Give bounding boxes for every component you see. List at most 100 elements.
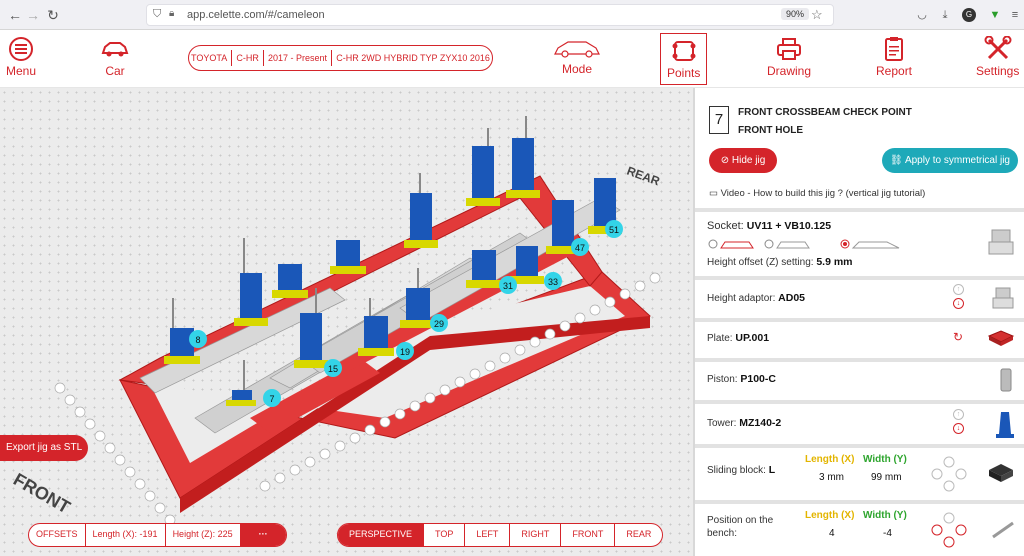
extension-icon[interactable]: ▼	[988, 8, 1002, 22]
hide-icon: ⊘	[720, 155, 730, 166]
download-icon[interactable]: ⤓	[938, 8, 952, 22]
tower-field: Tower: MZ140-2	[707, 417, 782, 429]
sliding-length-header: Length (X)	[805, 454, 855, 465]
point-marker-47[interactable]: 47	[571, 238, 589, 256]
plate-thumbnail-icon	[987, 330, 1015, 346]
offsets-more-button[interactable]: ···	[240, 524, 286, 546]
point-marker-19[interactable]: 19	[396, 342, 414, 360]
car-label: Car	[105, 64, 125, 78]
socket-orientation-options[interactable]	[707, 236, 907, 252]
position-length-header: Length (X)	[805, 510, 855, 521]
pocket-icon[interactable]: ◡	[915, 8, 929, 22]
back-icon[interactable]: ←	[6, 6, 24, 24]
zoom-level[interactable]: 90%	[781, 8, 810, 20]
point-details-panel: 7 FRONT CROSSBEAM CHECK POINT FRONT HOLE…	[693, 88, 1024, 556]
browser-toolbar: ← → ↻ ⛉ 🔒︎ app.celette.com/#/cameleon 90…	[0, 0, 1024, 30]
point-label-15: 15	[328, 364, 338, 374]
vehicle-variant: C-HR 2WD HYBRID TYP ZYX10 2016	[336, 53, 490, 63]
reload-icon[interactable]: ↻	[44, 6, 62, 24]
point-marker-8[interactable]: 8	[189, 330, 207, 348]
point-label-29: 29	[434, 319, 444, 329]
video-tutorial-link[interactable]: ▭ Video - How to build this jig ? (verti…	[709, 188, 925, 199]
address-bar[interactable]: ⛉ 🔒︎ app.celette.com/#/cameleon 90% ☆	[146, 4, 834, 26]
point-marker-15[interactable]: 15	[324, 359, 342, 377]
point-number: 7	[709, 106, 729, 134]
point-label-19: 19	[400, 347, 410, 357]
forward-icon[interactable]: →	[24, 6, 42, 24]
bookmark-star-icon[interactable]: ☆	[811, 7, 823, 23]
plate-rotate-icon[interactable]: ↻	[953, 330, 963, 344]
tower-row: Tower: MZ140-2 ↑ ↓	[695, 400, 1024, 442]
mode-car-outline-icon	[554, 41, 600, 58]
height-offset-value: 5.9 mm	[816, 256, 853, 268]
view-right[interactable]: RIGHT	[510, 524, 562, 546]
point-marker-29[interactable]: 29	[430, 314, 448, 332]
point-marker-51[interactable]: 51	[605, 220, 623, 238]
point-label-7: 7	[269, 394, 274, 404]
report-label: Report	[876, 64, 913, 78]
menu-hamburger-icon[interactable]: ≡	[1008, 8, 1022, 22]
piston-value: P100-C	[740, 373, 776, 385]
plate-row: Plate: UP.001 ↻	[695, 318, 1024, 354]
position-width-value: -4	[883, 528, 892, 539]
jig-tower-mid-3[interactable]	[330, 240, 366, 274]
height-adaptor-row: Height adaptor: AD05 ↑ ↓	[695, 276, 1024, 318]
hide-jig-button[interactable]: ⊘ Hide jig	[709, 148, 777, 173]
tower-value: MZ140-2	[739, 417, 782, 429]
point-marker-33[interactable]: 33	[544, 272, 562, 290]
jig-bench-3d-view[interactable]: 7 8 15 19 29 31 33 47 51 FRONT REAR	[0, 88, 693, 556]
vehicle-selector[interactable]: TOYOTA C-HR 2017 - Present C-HR 2WD HYBR…	[188, 45, 493, 71]
point-label-47: 47	[575, 243, 585, 253]
view-switcher: PERSPECTIVE TOP LEFT RIGHT FRONT REAR	[337, 523, 664, 547]
socket-field: Socket: UV11 + VB10.125	[707, 220, 832, 232]
sliding-width-value: 99 mm	[871, 472, 902, 483]
plate-field: Plate: UP.001	[707, 332, 770, 344]
car-icon	[101, 42, 129, 57]
report-button[interactable]: Report	[876, 36, 912, 78]
profile-icon[interactable]: G	[962, 8, 976, 22]
sliding-direction-pad-icon[interactable]	[931, 456, 967, 492]
3d-viewport[interactable]: 7 8 15 19 29 31 33 47 51 FRONT REAR Expo…	[0, 88, 693, 556]
point-subtitle: FRONT HOLE	[738, 125, 803, 136]
view-rear[interactable]: REAR	[615, 524, 662, 546]
shield-icon: ⛉	[153, 8, 162, 20]
view-perspective[interactable]: PERSPECTIVE	[338, 524, 425, 546]
piston-thumbnail-icon	[1000, 368, 1012, 392]
position-direction-pad-icon[interactable]	[931, 512, 967, 548]
offsets-label[interactable]: OFFSETS	[29, 524, 86, 546]
view-left[interactable]: LEFT	[465, 524, 511, 546]
video-link-label: Video - How to build this jig ? (vertica…	[720, 188, 926, 199]
view-top[interactable]: TOP	[424, 524, 466, 546]
socket-value: UV11 + VB10.125	[746, 220, 832, 232]
plate-value: UP.001	[735, 332, 770, 344]
report-clipboard-icon	[885, 37, 904, 61]
car-button[interactable]: Car	[100, 36, 130, 78]
url-text[interactable]: app.celette.com/#/cameleon	[187, 9, 325, 21]
mode-button[interactable]: Mode	[552, 36, 602, 76]
settings-button[interactable]: Settings	[976, 36, 1019, 78]
offsets-bar: OFFSETS Length (X): -191 Height (Z): 225…	[28, 523, 287, 547]
mode-label: Mode	[561, 62, 593, 76]
sliding-width-header: Width (Y)	[863, 454, 907, 465]
apply-symmetrical-label: Apply to symmetrical jig	[904, 155, 1010, 166]
view-front[interactable]: FRONT	[561, 524, 616, 546]
tower-down-icon[interactable]: ↓	[953, 423, 964, 434]
offset-height: Height (Z): 225	[166, 524, 241, 546]
socket-thumbnail-icon	[988, 229, 1014, 255]
drawing-button[interactable]: Drawing	[767, 36, 811, 78]
jig-tower-mid-2[interactable]	[272, 264, 308, 298]
points-button[interactable]: Points	[660, 33, 708, 85]
point-marker-31[interactable]: 31	[499, 276, 517, 294]
jig-tower-rear-1[interactable]	[466, 128, 500, 206]
tower-up-icon[interactable]: ↑	[953, 409, 964, 420]
export-stl-button[interactable]: Export jig as STL	[0, 435, 88, 461]
menu-button[interactable]: Menu	[6, 36, 36, 78]
point-label-33: 33	[548, 277, 558, 287]
adaptor-thumbnail-icon	[992, 287, 1014, 309]
height-adaptor-down-icon[interactable]: ↓	[953, 298, 964, 309]
video-icon: ▭	[709, 188, 718, 199]
height-adaptor-up-icon[interactable]: ↑	[953, 284, 964, 295]
apply-symmetrical-button[interactable]: ⛓ Apply to symmetrical jig	[882, 148, 1018, 173]
link-icon: ⛓	[890, 155, 903, 166]
point-marker-7[interactable]: 7	[263, 389, 281, 407]
